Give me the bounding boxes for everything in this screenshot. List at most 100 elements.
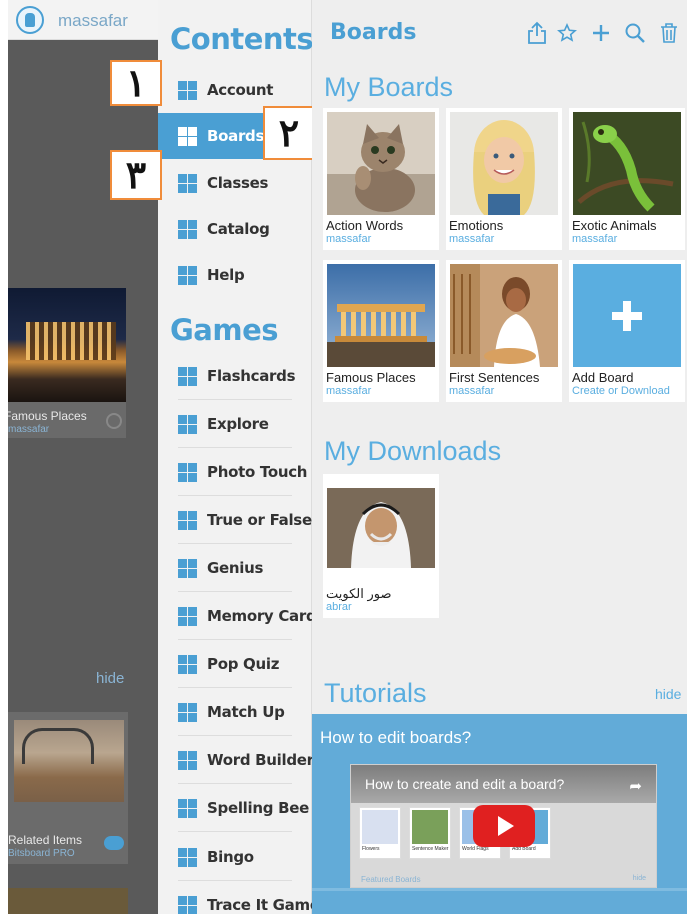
related-items-title: Related Items [8,833,83,847]
menu-item-bingo[interactable]: Bingo [158,837,312,881]
girl-photo [450,112,558,215]
menu-item-flashcards[interactable]: Flashcards [158,356,312,400]
download-tile-kuwait[interactable]: صور الكويت abrar [323,474,439,618]
board-owner: massafar [449,233,495,245]
grid-icon [178,462,197,482]
board-owner: massafar [572,233,618,245]
cat-photo [327,112,435,215]
background-header: massafar [8,0,158,40]
bakery-photo [450,264,558,367]
video-title: How to create and edit a board? [365,776,565,792]
plus-icon [612,300,642,331]
menu-item-catalog[interactable]: Catalog [158,209,312,249]
board-title: Emotions [449,218,504,233]
video-featured-label: Featured Boards [361,875,421,884]
menu-item-memory-cards[interactable]: Memory Cards [158,596,325,640]
menu-item-label: Explore [207,415,269,433]
menu-item-label: Pop Quiz [207,655,280,673]
contents-heading: Contents [170,22,314,56]
board-tile-action-words[interactable]: Action Words massafar [323,108,439,250]
menu-item-genius[interactable]: Genius [158,548,312,592]
temple-columns [26,322,116,360]
cloud-download-icon[interactable] [104,836,124,850]
star-icon[interactable] [554,20,580,46]
download-owner: abrar [326,601,352,613]
menu-item-trace-it-game[interactable]: Trace It Game [158,885,320,914]
grid-icon [178,265,197,285]
menu-item-label: Spelling Bee [207,799,309,817]
tutorial-heading: How to edit boards? [320,728,472,747]
menu-item-label: Photo Touch [207,463,308,481]
trash-icon[interactable] [656,20,682,46]
menu-item-word-builder[interactable]: Word Builder [158,740,314,784]
add-board-tile[interactable]: Add Board Create or Download [569,260,685,402]
board-title: First Sentences [449,370,540,385]
flower-thumbnail [362,810,398,844]
menu-item-true-or-false[interactable]: True or False [158,500,312,544]
mini-tile-title: Flowers [362,846,380,852]
grid-icon [178,510,197,530]
board-title: Add Board [572,370,634,385]
menu-item-account[interactable]: Account [158,70,312,110]
background-tile-subtitle: massafar [8,424,50,435]
menu-item-label: Genius [207,559,264,577]
menu-item-label: Boards [207,127,265,145]
menu-item-pop-quiz[interactable]: Pop Quiz [158,644,312,688]
grid-icon [178,654,197,674]
board-subtitle: Create or Download [572,385,670,397]
play-button[interactable] [473,805,535,847]
man-portrait-photo [327,488,435,568]
grid-icon [178,126,197,146]
download-title: صور الكويت [326,586,392,601]
board-tile-exotic-animals[interactable]: Exotic Animals massafar [569,108,685,250]
search-icon[interactable] [622,20,648,46]
menu-item-help[interactable]: Help [158,255,312,295]
avatar[interactable] [16,6,44,34]
games-heading: Games [170,313,279,347]
grid-icon [178,219,197,239]
my-downloads-heading: My Downloads [324,436,502,466]
board-title: Action Words [326,218,404,233]
board-tile-famous-places[interactable]: Famous Places massafar [323,260,439,402]
plus-icon[interactable] [588,20,614,46]
menu-item-label: True or False [207,511,312,529]
menu-item-photo-touch[interactable]: Photo Touch [158,452,312,496]
related-items-subtitle: Bitsboard PRO [8,848,75,859]
board-title: Exotic Animals [572,218,657,233]
board-tile-emotions[interactable]: Emotions massafar [446,108,562,250]
annotation-3: ٣ [110,150,162,200]
menu-item-classes[interactable]: Classes [158,163,312,203]
boards-toolbar: Boards [312,0,687,68]
grid-icon [178,895,197,914]
annotation-2: ٢ [263,106,315,160]
parthenon-photo [327,264,435,367]
menu-item-label: Help [207,266,245,284]
menu-item-label: Catalog [207,220,270,238]
video-share-icon[interactable]: ➦ [629,777,642,795]
background-hide-link[interactable]: hide [96,670,124,687]
menu-item-label: Memory Cards [207,607,326,625]
grid-icon [178,702,197,722]
my-boards-heading: My Boards [324,72,454,102]
tutorial-divider [312,888,687,891]
grid-icon [178,847,197,867]
sentence-maker-thumbnail [412,810,448,844]
grid-icon [178,173,197,193]
share-icon[interactable] [524,20,550,46]
select-circle-icon[interactable] [106,413,122,429]
board-tile-first-sentences[interactable]: First Sentences massafar [446,260,562,402]
video-hide-label: hide [632,875,646,882]
menu-item-explore[interactable]: Explore [158,404,312,448]
grid-icon [178,414,197,434]
mini-board-tile: Sentence Maker [409,807,451,859]
menu-item-label: Account [207,81,274,99]
tutorial-video[interactable]: How to create and edit a board? ➦ Flower… [350,764,657,888]
play-icon [498,816,514,836]
menu-item-match-up[interactable]: Match Up [158,692,312,736]
board-title: Famous Places [326,370,416,385]
tutorials-hide-link[interactable]: hide [655,686,681,702]
menu-item-spelling-bee[interactable]: Spelling Bee [158,788,312,832]
bed-headboard [22,728,94,764]
username-label: massafar [58,11,128,30]
grid-icon [178,558,197,578]
